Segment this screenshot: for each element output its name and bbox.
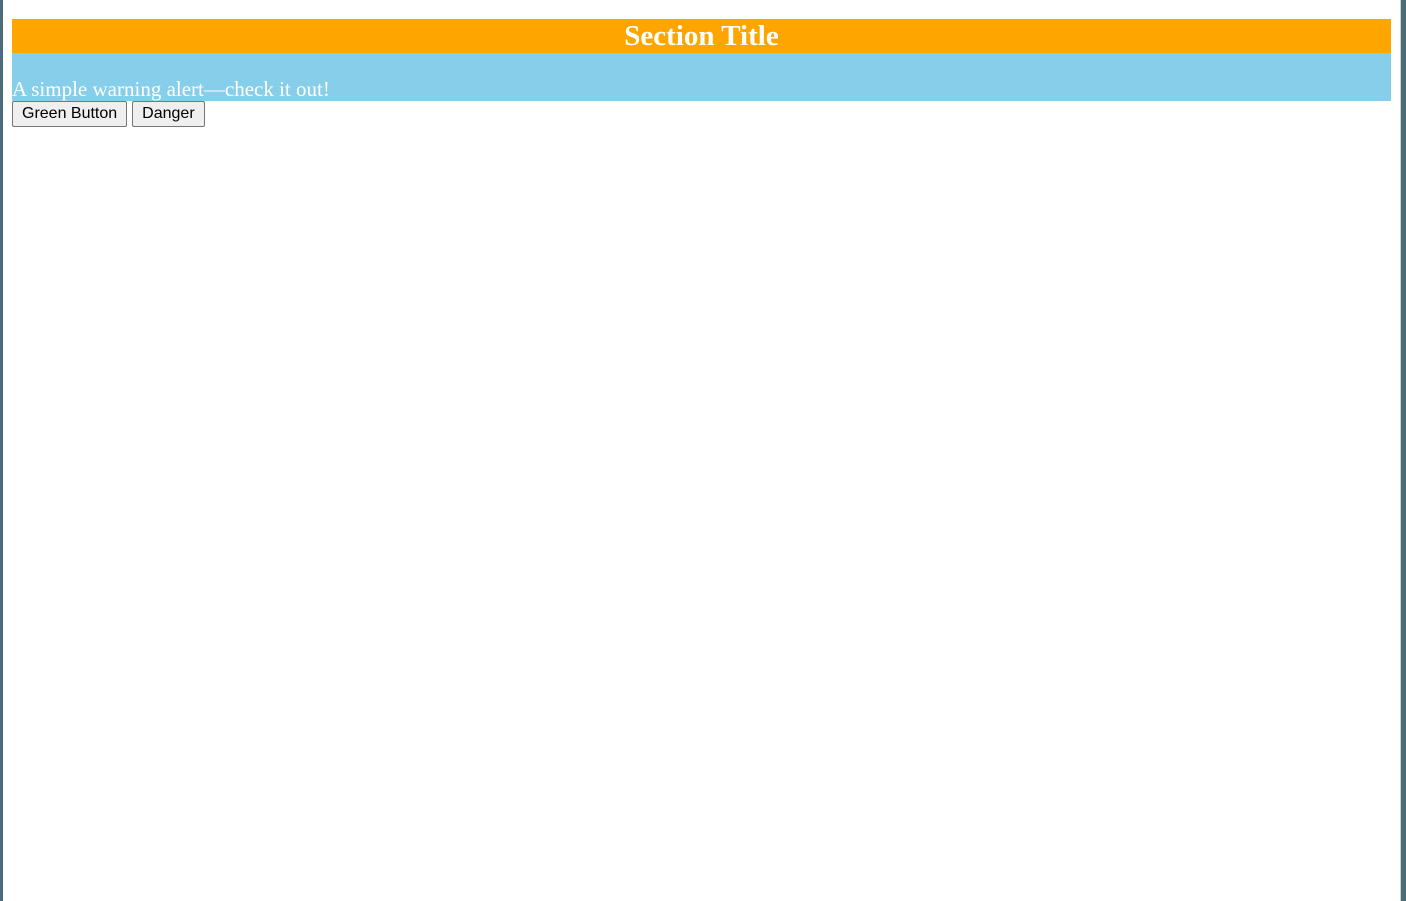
alert-message: A simple warning alert—check it out! xyxy=(12,77,330,101)
button-row: Green Button Danger xyxy=(12,101,1391,128)
browser-viewport: Section Title A simple warning alert—che… xyxy=(3,0,1401,901)
section-title: Section Title xyxy=(12,19,1391,53)
green-button[interactable]: Green Button xyxy=(12,101,128,127)
warning-alert: A simple warning alert—check it out! xyxy=(12,53,1391,101)
danger-button[interactable]: Danger xyxy=(132,101,205,127)
page-content: Section Title A simple warning alert—che… xyxy=(12,19,1391,128)
